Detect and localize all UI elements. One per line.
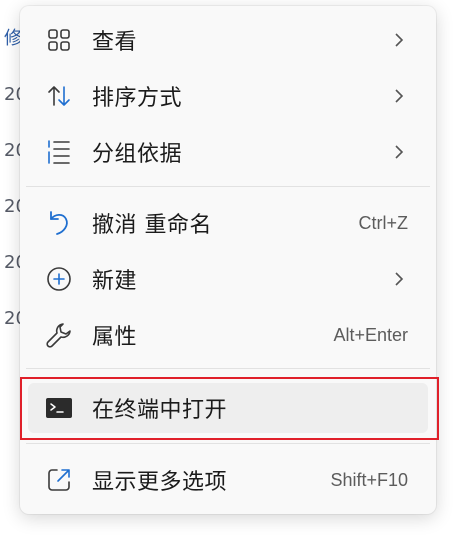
- terminal-icon: [46, 395, 72, 421]
- menu-item-new[interactable]: 新建: [28, 255, 428, 303]
- menu-item-group-by[interactable]: 分组依据: [28, 128, 428, 176]
- open-external-icon: [46, 467, 72, 493]
- plus-circle-icon: [46, 266, 72, 292]
- chevron-right-icon: [394, 271, 404, 291]
- menu-separator: [26, 368, 430, 369]
- wrench-icon: [46, 322, 72, 348]
- menu-item-sort-by[interactable]: 排序方式: [28, 72, 428, 120]
- menu-item-label: 新建: [92, 269, 138, 294]
- chevron-right-icon: [394, 144, 404, 164]
- menu-separator: [26, 443, 430, 444]
- menu-item-label: 显示更多选项: [92, 470, 228, 495]
- menu-item-view[interactable]: 查看: [28, 16, 428, 64]
- menu-item-open-in-terminal[interactable]: 在终端中打开: [28, 383, 428, 433]
- menu-item-label: 查看: [92, 30, 138, 55]
- shortcut-label: Alt+Enter: [333, 324, 408, 345]
- menu-item-label: 撤消 重命名: [92, 213, 212, 238]
- menu-item-properties[interactable]: 属性 Alt+Enter: [28, 311, 428, 359]
- chevron-right-icon: [394, 88, 404, 108]
- shortcut-label: Ctrl+Z: [358, 212, 409, 233]
- menu-separator: [26, 186, 430, 187]
- undo-icon: [46, 210, 72, 236]
- menu-item-show-more-options[interactable]: 显示更多选项 Shift+F10: [28, 456, 428, 504]
- menu-item-label: 排序方式: [92, 86, 183, 111]
- context-menu: 查看 排序方式 分组依据 撤消 重命名 Ctrl+Z 新建 属性 Alt+Ent…: [20, 6, 436, 514]
- menu-item-undo-rename[interactable]: 撤消 重命名 Ctrl+Z: [28, 199, 428, 247]
- chevron-right-icon: [394, 32, 404, 52]
- menu-item-label: 属性: [92, 325, 138, 350]
- shortcut-label: Shift+F10: [330, 469, 408, 490]
- sort-icon: [46, 83, 72, 109]
- menu-item-label: 在终端中打开: [92, 398, 228, 423]
- grid-icon: [46, 27, 72, 53]
- menu-item-label: 分组依据: [92, 142, 183, 167]
- group-list-icon: [46, 139, 72, 165]
